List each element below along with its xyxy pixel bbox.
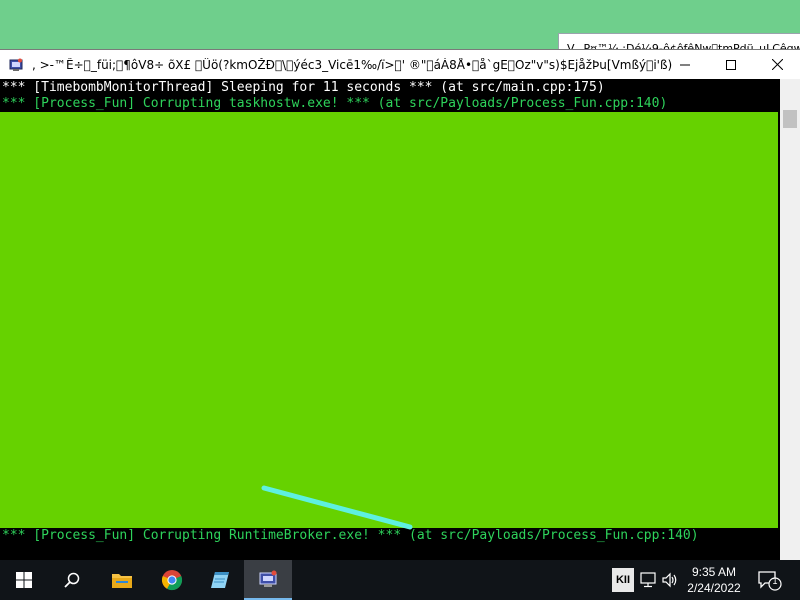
cyan-stroke [261,485,413,530]
search-button[interactable] [48,560,96,600]
keyboard-layout-indicator[interactable]: KII [612,568,634,592]
notification-count: 1 [772,576,778,586]
notification-center-button[interactable]: 1 [756,570,784,592]
taskbar: KII 9:35 AM 2/24/2022 1 [0,560,800,600]
notepad-icon [211,572,229,588]
title-bar[interactable]: , >-™Ê÷ _füi; ¶ôV8÷ õX£  Üö(?kmOŽÐ \ ýéc… [0,50,800,79]
taskbar-chrome[interactable] [148,560,196,600]
taskbar-file-explorer[interactable] [98,560,146,600]
taskbar-console-app[interactable] [244,560,292,600]
console-app-icon[interactable] [8,57,24,73]
search-icon [64,572,80,588]
green-overlay [0,112,778,528]
start-button[interactable] [0,560,48,600]
window-title: , >-™Ê÷ _füi; ¶ôV8÷ õX£  Üö(?kmOŽÐ \ ýéc… [32,57,672,72]
close-button[interactable] [754,50,800,79]
scrollbar-thumb[interactable] [783,110,797,128]
console-app-icon [259,570,277,587]
taskbar-notepad[interactable] [196,560,244,600]
clock-time: 9:35 AM [691,565,737,579]
network-icon[interactable] [638,570,658,590]
chrome-icon [161,570,183,591]
console-line: *** [TimebombMonitorThread] Sleeping for… [2,80,605,95]
console-line: *** [Process_Fun] Corrupting taskhostw.e… [2,96,668,111]
scrollbar[interactable] [780,79,800,561]
maximize-button[interactable] [708,50,754,79]
clock-date: 2/24/2022 [687,581,741,595]
folder-icon [112,574,132,588]
volume-icon[interactable] [660,570,680,590]
minimize-button[interactable] [662,50,708,79]
windows-logo-icon [16,572,32,588]
taskbar-clock[interactable]: 9:35 AM 2/24/2022 [680,564,748,596]
